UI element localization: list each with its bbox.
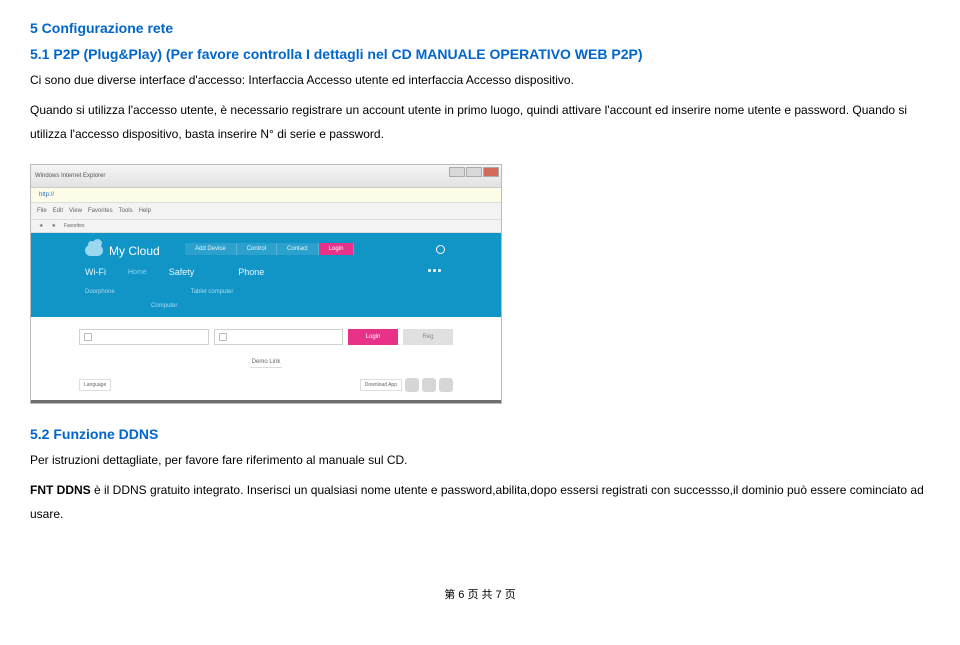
username-input[interactable] bbox=[79, 329, 209, 345]
tab-control[interactable]: Control bbox=[237, 243, 277, 255]
window-minimize-button[interactable] bbox=[449, 167, 465, 177]
browser-menu-bar: File Edit View Favorites Tools Help bbox=[31, 203, 501, 220]
paragraph-ddns-intro: Per istruzioni dettagliate, per favore f… bbox=[30, 448, 930, 472]
browser-favorites-row: ★ ★ Favorites bbox=[31, 220, 501, 233]
menu-help[interactable]: Help bbox=[139, 208, 151, 214]
tab-login[interactable]: Login bbox=[319, 243, 355, 255]
download-app-label: Download App bbox=[360, 379, 402, 391]
more-dots-icon[interactable] bbox=[428, 269, 441, 272]
paragraph-access-modes: Quando si utilizza l'accesso utente, è n… bbox=[30, 98, 930, 146]
cat-phone[interactable]: Phone bbox=[238, 267, 264, 277]
tab-add-device[interactable]: Add Device bbox=[185, 243, 237, 255]
user-icon bbox=[84, 333, 92, 341]
menu-view[interactable]: View bbox=[69, 208, 82, 214]
demo-link[interactable]: Demo Link bbox=[250, 359, 283, 368]
subcategory-row: Doorphone Tablet computer bbox=[85, 289, 233, 295]
cloud-icon bbox=[85, 245, 103, 256]
top-tab-strip: Add Device Control Contact Login bbox=[185, 243, 354, 255]
fnt-ddns-rest: è il DDNS gratuito integrato. Inserisci … bbox=[30, 483, 924, 521]
page-number-footer: 第 6 页 共 7 页 bbox=[30, 586, 930, 602]
url-text: http:// bbox=[39, 192, 54, 198]
site-banner: My Cloud Add Device Control Contact Logi… bbox=[31, 233, 501, 317]
fav-label[interactable]: Favorites bbox=[64, 223, 85, 229]
sub-doorphone[interactable]: Doorphone bbox=[85, 289, 115, 295]
browser-address-bar[interactable]: http:// bbox=[31, 188, 501, 203]
login-panel: Login Reg Demo Link Language Download Ap… bbox=[31, 317, 501, 400]
menu-edit[interactable]: Edit bbox=[53, 208, 63, 214]
menu-file[interactable]: File bbox=[37, 208, 47, 214]
menu-tools[interactable]: Tools bbox=[119, 208, 133, 214]
cat-safety[interactable]: Safety bbox=[169, 267, 195, 277]
brand-text: My Cloud bbox=[109, 244, 160, 258]
section-heading-5-1: 5.1 P2P (Plug&Play) (Per favore controll… bbox=[30, 46, 930, 62]
embedded-screenshot: Windows Internet Explorer http:// File E… bbox=[30, 164, 502, 404]
browser-title-text: Windows Internet Explorer bbox=[35, 173, 105, 179]
other-store-icon[interactable] bbox=[439, 378, 453, 392]
lock-icon bbox=[219, 333, 227, 341]
window-maximize-button[interactable] bbox=[466, 167, 482, 177]
cat-home[interactable]: Home bbox=[128, 269, 147, 276]
globe-icon[interactable] bbox=[436, 245, 445, 254]
site-footer-strip bbox=[31, 400, 501, 403]
menu-favorites[interactable]: Favorites bbox=[88, 208, 113, 214]
app-store-icon[interactable] bbox=[405, 378, 419, 392]
browser-titlebar: Windows Internet Explorer bbox=[31, 165, 501, 188]
section-heading-5-2: 5.2 Funzione DDNS bbox=[30, 426, 930, 442]
sub-computer[interactable]: Computer bbox=[151, 303, 177, 309]
section-heading-5: 5 Configurazione rete bbox=[30, 20, 930, 36]
category-row: Wi-Fi Home Safety Phone bbox=[85, 267, 445, 277]
tab-contact[interactable]: Contact bbox=[277, 243, 319, 255]
language-selector[interactable]: Language bbox=[79, 379, 111, 391]
register-button[interactable]: Reg bbox=[403, 329, 453, 345]
password-input[interactable] bbox=[214, 329, 344, 345]
play-store-icon[interactable] bbox=[422, 378, 436, 392]
app-download-group: Download App bbox=[360, 378, 453, 392]
paragraph-intro: Ci sono due diverse interface d'accesso:… bbox=[30, 68, 930, 92]
sub-tablet[interactable]: Tablet computer bbox=[191, 289, 234, 295]
window-close-button[interactable] bbox=[483, 167, 499, 177]
cat-wifi[interactable]: Wi-Fi bbox=[85, 267, 106, 277]
login-button[interactable]: Login bbox=[348, 329, 398, 345]
fav-star-icon-2[interactable]: ★ bbox=[51, 223, 55, 229]
fav-star-icon[interactable]: ★ bbox=[39, 223, 43, 229]
paragraph-ddns-detail: FNT DDNS è il DDNS gratuito integrato. I… bbox=[30, 478, 930, 526]
fnt-ddns-bold: FNT DDNS bbox=[30, 483, 91, 497]
